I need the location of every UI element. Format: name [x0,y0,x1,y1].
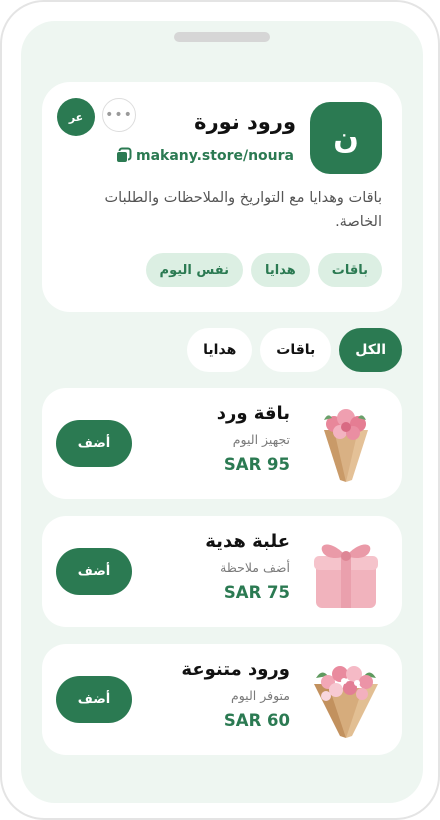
product-note: أضف ملاحظة [220,560,290,575]
chip-same-day[interactable]: نفس اليوم [145,253,244,287]
product-card: علبة هدية أضف ملاحظة SAR 75 أضف [42,516,402,627]
gift-box-icon [314,544,378,608]
store-profile-card: ن ورود نورة makany.store/noura ••• عر با… [42,82,402,312]
store-category-chips: باقات هدايا نفس اليوم [145,253,382,287]
product-price: SAR 75 [223,583,290,602]
store-avatar: ن [310,102,382,174]
store-name: ورود نورة [194,110,296,134]
tab-all[interactable]: الكل [339,328,402,372]
chip-bouquets[interactable]: باقات [317,253,382,287]
store-url-text[interactable]: makany.store/noura [136,148,294,164]
add-to-cart-button[interactable]: أضف [56,420,132,467]
more-options-button[interactable]: ••• [102,98,136,132]
add-to-cart-button[interactable]: أضف [56,548,132,595]
product-price: SAR 60 [223,711,290,730]
phone-notch [174,32,270,42]
language-toggle-button[interactable]: عر [57,98,95,136]
product-card: باقة ورد تجهيز اليوم SAR 95 أضف [42,388,402,499]
product-name: ورود متنوعة [181,659,290,680]
store-description: باقات وهدايا مع التواريخ والملاحظات والط… [104,190,382,230]
product-name: علبة هدية [205,531,290,552]
flower-bouquet-icon [324,409,368,482]
chip-gifts[interactable]: هدايا [251,253,310,287]
product-note: متوفر اليوم [230,688,290,703]
add-to-cart-button[interactable]: أضف [56,676,132,723]
product-name: باقة ورد [216,403,290,424]
product-card: ورود متنوعة متوفر اليوم SAR 60 أضف [42,644,402,755]
store-url-link[interactable]: makany.store/noura [115,147,294,164]
tab-bouquets[interactable]: باقات [260,328,332,372]
app-screen: ن ورود نورة makany.store/noura ••• عر با… [21,21,423,803]
copy-icon[interactable] [115,147,132,164]
product-note: تجهيز اليوم [232,432,290,447]
product-price: SAR 95 [223,455,290,474]
tab-gifts[interactable]: هدايا [187,328,253,372]
mixed-flowers-icon [314,666,378,738]
filter-tabs: الكل باقات هدايا [187,328,402,372]
phone-frame: ن ورود نورة makany.store/noura ••• عر با… [0,0,440,820]
